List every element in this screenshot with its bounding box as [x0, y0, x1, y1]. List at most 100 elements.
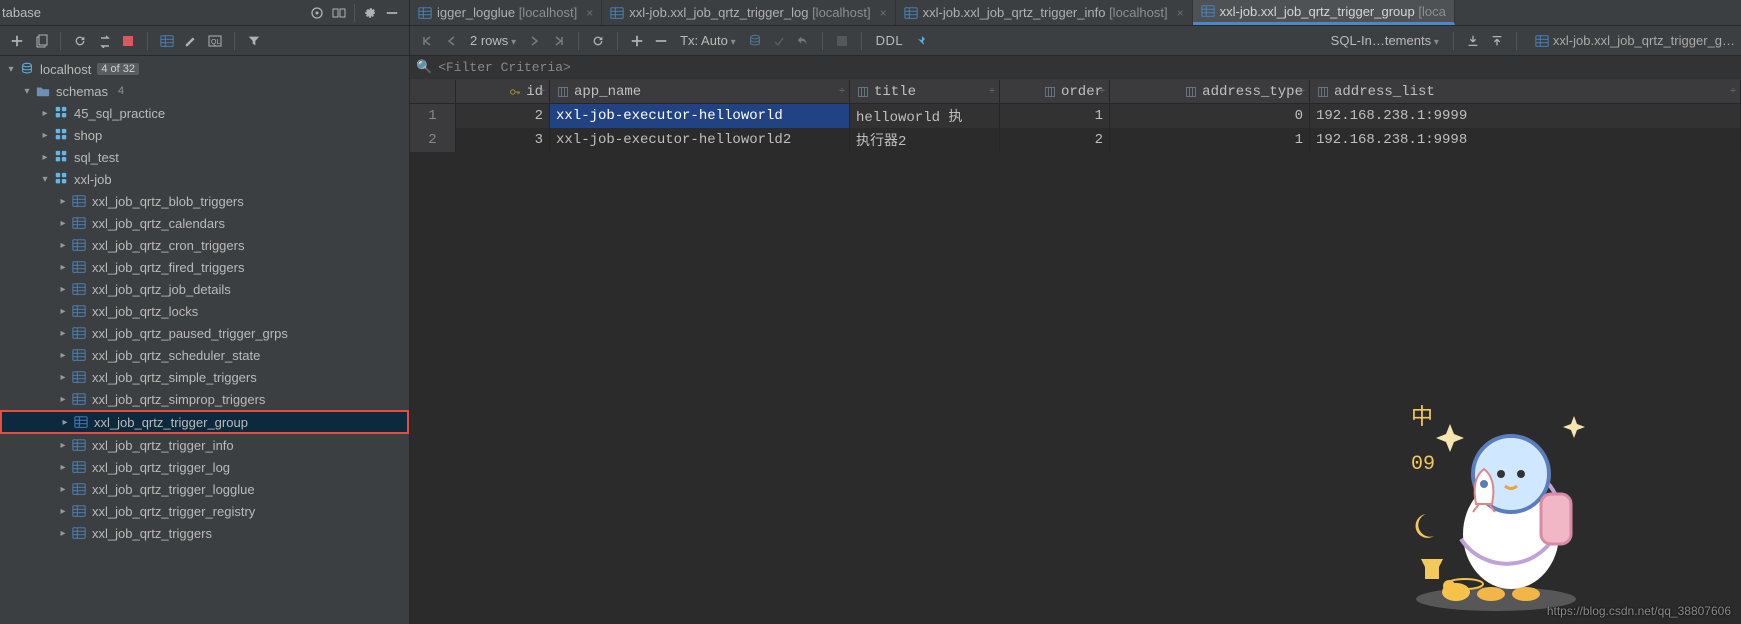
expand-arrow-icon[interactable]: [56, 462, 70, 473]
cell-app-name[interactable]: xxl-job-executor-helloworld2: [550, 128, 850, 152]
tree-table[interactable]: xxl_job_qrtz_simple_triggers: [0, 366, 409, 388]
export-icon[interactable]: [1463, 31, 1483, 51]
tree-table[interactable]: xxl_job_qrtz_paused_trigger_grps: [0, 322, 409, 344]
cancel-query-icon[interactable]: [832, 31, 852, 51]
row-count-label[interactable]: 2 rows: [464, 33, 522, 48]
refresh-icon[interactable]: [70, 31, 90, 51]
copy-icon[interactable]: [31, 31, 51, 51]
cell-id[interactable]: 3: [456, 128, 550, 152]
breadcrumb-label[interactable]: xxl-job.xxl_job_qrtz_trigger_g…: [1553, 33, 1735, 48]
tree-table[interactable]: xxl_job_qrtz_trigger_logglue: [0, 478, 409, 500]
new-icon[interactable]: [7, 31, 27, 51]
pin-icon[interactable]: [912, 31, 932, 51]
col-header-id[interactable]: id÷: [456, 80, 550, 103]
tree-table[interactable]: xxl_job_qrtz_triggers: [0, 522, 409, 544]
commit-db-icon[interactable]: [745, 31, 765, 51]
sql-insert-label[interactable]: SQL-In…tements: [1325, 33, 1445, 48]
expand-arrow-icon[interactable]: [38, 130, 52, 141]
tree-schema[interactable]: 45_sql_practice: [0, 102, 409, 124]
last-page-icon[interactable]: [549, 31, 569, 51]
cell-app-name[interactable]: xxl-job-executor-helloworld: [550, 104, 850, 128]
minimize-icon[interactable]: [382, 3, 402, 23]
tree-table[interactable]: xxl_job_qrtz_cron_triggers: [0, 234, 409, 256]
cell-order[interactable]: 1: [1000, 104, 1110, 128]
col-header-title[interactable]: title÷: [850, 80, 1000, 103]
tx-mode-label[interactable]: Tx: Auto: [674, 33, 742, 48]
tree-table[interactable]: xxl_job_qrtz_trigger_group: [0, 410, 409, 434]
expand-arrow-icon[interactable]: [56, 240, 70, 251]
expand-arrow-icon[interactable]: [56, 196, 70, 207]
expand-arrow-icon[interactable]: [56, 506, 70, 517]
close-icon[interactable]: ×: [586, 6, 593, 20]
import-icon[interactable]: [1487, 31, 1507, 51]
cell-order[interactable]: 2: [1000, 128, 1110, 152]
tree-table[interactable]: xxl_job_qrtz_scheduler_state: [0, 344, 409, 366]
tree-schema[interactable]: shop: [0, 124, 409, 146]
reload-icon[interactable]: [588, 31, 608, 51]
tree-schemas-folder[interactable]: schemas4: [0, 80, 409, 102]
tree-table[interactable]: xxl_job_qrtz_fired_triggers: [0, 256, 409, 278]
ddl-button[interactable]: DDL: [870, 33, 910, 48]
edit-icon[interactable]: [181, 31, 201, 51]
row-number[interactable]: 1: [410, 104, 456, 128]
next-page-icon[interactable]: [525, 31, 545, 51]
editor-tab[interactable]: igger_logglue [localhost]×: [410, 0, 602, 25]
table-row[interactable]: 12xxl-job-executor-helloworldhelloworld …: [410, 104, 1741, 128]
table-row[interactable]: 23xxl-job-executor-helloworld2执行器221192.…: [410, 128, 1741, 152]
revert-icon[interactable]: [793, 31, 813, 51]
expand-arrow-icon[interactable]: [56, 306, 70, 317]
gear-icon[interactable]: [360, 3, 380, 23]
expand-arrow-icon[interactable]: [56, 284, 70, 295]
cell-address-type[interactable]: 1: [1110, 128, 1310, 152]
expand-arrow-icon[interactable]: [56, 218, 70, 229]
col-header-app-name[interactable]: app_name÷: [550, 80, 850, 103]
first-page-icon[interactable]: [417, 31, 437, 51]
tree-table[interactable]: xxl_job_qrtz_job_details: [0, 278, 409, 300]
editor-tab[interactable]: xxl-job.xxl_job_qrtz_trigger_info [local…: [896, 0, 1193, 25]
expand-arrow-icon[interactable]: [4, 64, 18, 75]
cell-title[interactable]: 执行器2: [850, 128, 1000, 152]
expand-arrow-icon[interactable]: [56, 484, 70, 495]
expand-arrow-icon[interactable]: [56, 328, 70, 339]
close-icon[interactable]: ×: [1177, 6, 1184, 20]
expand-arrow-icon[interactable]: [20, 86, 34, 97]
col-header-address-type[interactable]: address_type÷: [1110, 80, 1310, 103]
tree-table[interactable]: xxl_job_qrtz_simprop_triggers: [0, 388, 409, 410]
col-header-address-list[interactable]: address_list÷: [1310, 80, 1741, 103]
tree-connection[interactable]: localhost4 of 32: [0, 58, 409, 80]
filter-bar[interactable]: 🔍 <Filter Criteria>: [410, 56, 1741, 80]
cell-address-list[interactable]: 192.168.238.1:9999: [1310, 104, 1741, 128]
expand-arrow-icon[interactable]: [56, 394, 70, 405]
expand-arrow-icon[interactable]: [56, 372, 70, 383]
split-icon[interactable]: [329, 3, 349, 23]
tree-table[interactable]: xxl_job_qrtz_blob_triggers: [0, 190, 409, 212]
tree-schema[interactable]: sql_test: [0, 146, 409, 168]
expand-arrow-icon[interactable]: [38, 152, 52, 163]
expand-arrow-icon[interactable]: [56, 440, 70, 451]
expand-arrow-icon[interactable]: [56, 262, 70, 273]
console-icon[interactable]: QL: [205, 31, 225, 51]
editor-tab[interactable]: xxl-job.xxl_job_qrtz_trigger_group [loca: [1193, 0, 1455, 25]
cell-id[interactable]: 2: [456, 104, 550, 128]
cell-address-type[interactable]: 0: [1110, 104, 1310, 128]
submit-icon[interactable]: [769, 31, 789, 51]
expand-arrow-icon[interactable]: [38, 108, 52, 119]
expand-arrow-icon[interactable]: [56, 350, 70, 361]
row-number[interactable]: 2: [410, 128, 456, 152]
tree-table[interactable]: xxl_job_qrtz_trigger_registry: [0, 500, 409, 522]
close-icon[interactable]: ×: [880, 6, 887, 20]
tree-table[interactable]: xxl_job_qrtz_locks: [0, 300, 409, 322]
cell-address-list[interactable]: 192.168.238.1:9998: [1310, 128, 1741, 152]
expand-arrow-icon[interactable]: [58, 417, 72, 428]
tree-table[interactable]: xxl_job_qrtz_trigger_log: [0, 456, 409, 478]
expand-arrow-icon[interactable]: [56, 528, 70, 539]
remove-row-icon[interactable]: [651, 31, 671, 51]
tree-schema[interactable]: xxl-job: [0, 168, 409, 190]
cell-title[interactable]: helloworld 执: [850, 104, 1000, 128]
stop-icon[interactable]: [118, 31, 138, 51]
tree-table[interactable]: xxl_job_qrtz_trigger_info: [0, 434, 409, 456]
prev-page-icon[interactable]: [441, 31, 461, 51]
col-header-order[interactable]: order÷: [1000, 80, 1110, 103]
table-view-icon[interactable]: [157, 31, 177, 51]
sync-icon[interactable]: [94, 31, 114, 51]
